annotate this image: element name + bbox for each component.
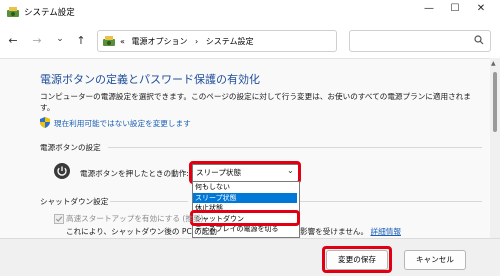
fast-startup-note-tail: 影響を受けません。 xyxy=(300,227,369,236)
option-sleep[interactable]: スリープ状態 xyxy=(193,192,297,203)
maximize-button[interactable]: ☐ xyxy=(446,3,464,19)
cancel-button[interactable]: キャンセル xyxy=(404,250,466,270)
up-button[interactable]: ↑ xyxy=(74,34,88,48)
power-options-icon xyxy=(103,36,115,46)
address-bar[interactable]: « 電源オプション › システム設定 ⌄ ↻ xyxy=(97,30,424,52)
details-link[interactable]: 詳細情報 xyxy=(371,227,401,236)
option-do-nothing[interactable]: 何もしない xyxy=(193,182,297,193)
window-title: システム設定 xyxy=(24,8,75,18)
minimize-button[interactable]: — xyxy=(420,3,438,19)
scroll-up-icon[interactable]: ▲ xyxy=(491,60,496,67)
breadcrumb-overflow[interactable]: « xyxy=(120,37,125,46)
title-bar: システム設定 — ☐ ✕ xyxy=(0,0,500,24)
forward-button[interactable]: → xyxy=(30,34,44,48)
breadcrumb-separator[interactable]: › xyxy=(195,37,198,46)
power-button-action-label: 電源ボタンを押したときの動作: xyxy=(80,169,189,178)
section-divider xyxy=(108,147,482,148)
recent-locations-button[interactable]: ⌄ xyxy=(53,34,67,48)
breadcrumb-item-system-settings[interactable]: システム設定 xyxy=(206,37,254,46)
search-input[interactable] xyxy=(349,30,491,52)
uac-shield-icon xyxy=(40,117,50,128)
change-unavailable-settings-link[interactable]: 現在利用可能ではない設定を変更します xyxy=(54,118,191,129)
shutdown-option-highlight-frame xyxy=(190,210,300,226)
vertical-scrollbar[interactable]: ▲ xyxy=(490,58,500,238)
section-divider xyxy=(110,201,188,202)
breadcrumb-item-power-options[interactable]: 電源オプション xyxy=(131,37,187,46)
scroll-thumb[interactable] xyxy=(493,72,497,132)
back-button[interactable]: ← xyxy=(6,34,20,48)
fast-startup-checkbox[interactable] xyxy=(54,214,64,224)
power-options-app-icon xyxy=(7,7,19,17)
breadcrumb: « 電源オプション › システム設定 xyxy=(120,36,254,47)
page-description: コンピューターの電源設定を選択できます。このページの設定に対して行う変更は、お使… xyxy=(40,92,471,112)
page-title: 電源ボタンの定義とパスワード保護の有効化 xyxy=(40,73,260,86)
power-button-section-title: 電源ボタンの設定 xyxy=(40,143,101,152)
fast-startup-note: これにより、シャットダウン後の PC の起動 xyxy=(66,227,217,236)
search-icon xyxy=(474,35,484,45)
power-button-icon xyxy=(54,163,70,179)
fast-startup-note-end: 影響を受けません。 詳細情報 xyxy=(300,226,401,237)
fast-startup-label: 高速スタートアップを有効にする (推奨) xyxy=(66,214,204,223)
shutdown-section-title: シャットダウン設定 xyxy=(40,197,109,206)
navigation-bar: ← → ⌄ ↑ « 電源オプション › システム設定 ⌄ ↻ xyxy=(0,24,500,58)
close-button[interactable]: ✕ xyxy=(472,3,490,19)
section-divider xyxy=(300,201,482,202)
save-button-highlight-frame xyxy=(322,246,392,273)
